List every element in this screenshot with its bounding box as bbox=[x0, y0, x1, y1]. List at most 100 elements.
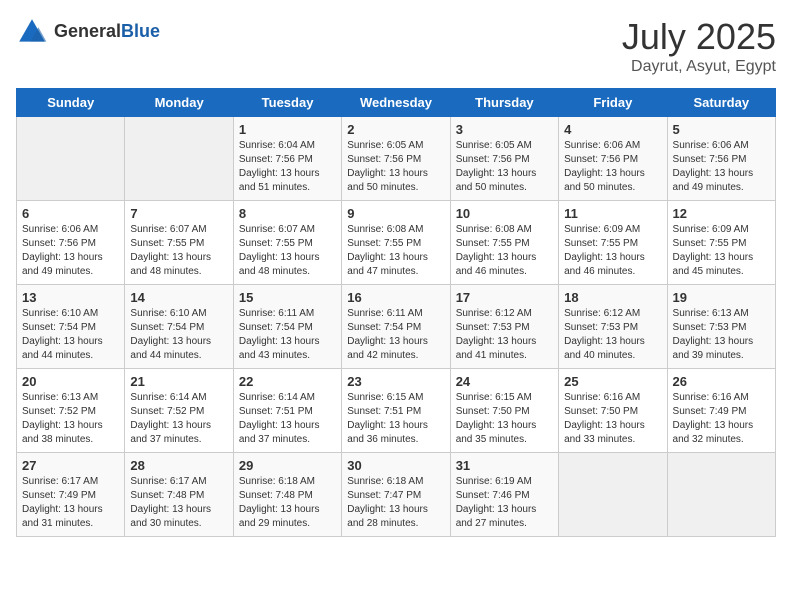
day-info: Sunrise: 6:07 AM Sunset: 7:55 PM Dayligh… bbox=[239, 223, 336, 279]
day-number: 7 bbox=[130, 206, 227, 221]
logo: GeneralBlue bbox=[16, 16, 160, 48]
calendar-cell: 16 Sunrise: 6:11 AM Sunset: 7:54 PM Dayli… bbox=[342, 285, 450, 369]
calendar-cell: 17 Sunrise: 6:12 AM Sunset: 7:53 PM Dayli… bbox=[450, 285, 558, 369]
calendar-cell: 25Sunrise: 6:16 AM Sunset: 7:50 PM Dayli… bbox=[559, 369, 667, 453]
calendar-cell: 11 Sunrise: 6:09 AM Sunset: 7:55 PM Dayli… bbox=[559, 201, 667, 285]
weekday-header-sunday: Sunday bbox=[17, 89, 125, 117]
day-info: Sunrise: 6:05 AM Sunset: 7:56 PM Dayligh… bbox=[347, 139, 444, 195]
calendar-cell bbox=[125, 117, 233, 201]
calendar-cell bbox=[559, 453, 667, 537]
calendar-cell: 13 Sunrise: 6:10 AM Sunset: 7:54 PM Dayli… bbox=[17, 285, 125, 369]
calendar-cell: 6 Sunrise: 6:06 AM Sunset: 7:56 PM Daylig… bbox=[17, 201, 125, 285]
day-number: 13 bbox=[22, 290, 119, 305]
day-info: Sunrise: 6:18 AM Sunset: 7:48 PM Dayligh… bbox=[239, 475, 336, 531]
calendar-cell: 3 Sunrise: 6:05 AM Sunset: 7:56 PM Daylig… bbox=[450, 117, 558, 201]
calendar-cell: 7 Sunrise: 6:07 AM Sunset: 7:55 PM Daylig… bbox=[125, 201, 233, 285]
day-number: 17 bbox=[456, 290, 553, 305]
calendar-cell: 5Sunrise: 6:06 AM Sunset: 7:56 PM Daylig… bbox=[667, 117, 775, 201]
day-number: 22 bbox=[239, 374, 336, 389]
weekday-header-wednesday: Wednesday bbox=[342, 89, 450, 117]
day-info: Sunrise: 6:16 AM Sunset: 7:49 PM Dayligh… bbox=[673, 391, 770, 447]
day-info: Sunrise: 6:08 AM Sunset: 7:55 PM Dayligh… bbox=[456, 223, 553, 279]
day-info: Sunrise: 6:07 AM Sunset: 7:55 PM Dayligh… bbox=[130, 223, 227, 279]
calendar-cell: 1Sunrise: 6:04 AM Sunset: 7:56 PM Daylig… bbox=[233, 117, 341, 201]
week-row-3: 13 Sunrise: 6:10 AM Sunset: 7:54 PM Dayli… bbox=[17, 285, 776, 369]
day-info: Sunrise: 6:14 AM Sunset: 7:52 PM Dayligh… bbox=[130, 391, 227, 447]
month-title: July 2025 bbox=[622, 16, 776, 58]
day-number: 20 bbox=[22, 374, 119, 389]
day-info: Sunrise: 6:14 AM Sunset: 7:51 PM Dayligh… bbox=[239, 391, 336, 447]
calendar-cell: 31 Sunrise: 6:19 AM Sunset: 7:46 PM Dayli… bbox=[450, 453, 558, 537]
calendar-cell bbox=[17, 117, 125, 201]
calendar-cell: 23 Sunrise: 6:15 AM Sunset: 7:51 PM Dayli… bbox=[342, 369, 450, 453]
day-number: 26 bbox=[673, 374, 770, 389]
weekday-header-thursday: Thursday bbox=[450, 89, 558, 117]
weekday-header-saturday: Saturday bbox=[667, 89, 775, 117]
day-number: 6 bbox=[22, 206, 119, 221]
day-info: Sunrise: 6:06 AM Sunset: 7:56 PM Dayligh… bbox=[673, 139, 770, 195]
day-number: 12 bbox=[673, 206, 770, 221]
logo-icon bbox=[16, 16, 48, 48]
location-title: Dayrut, Asyut, Egypt bbox=[622, 58, 776, 76]
calendar-cell: 15Sunrise: 6:11 AM Sunset: 7:54 PM Dayli… bbox=[233, 285, 341, 369]
day-number: 31 bbox=[456, 458, 553, 473]
day-info: Sunrise: 6:06 AM Sunset: 7:56 PM Dayligh… bbox=[22, 223, 119, 279]
day-number: 23 bbox=[347, 374, 444, 389]
day-info: Sunrise: 6:17 AM Sunset: 7:49 PM Dayligh… bbox=[22, 475, 119, 531]
day-number: 24 bbox=[456, 374, 553, 389]
calendar-cell: 2 Sunrise: 6:05 AM Sunset: 7:56 PM Daylig… bbox=[342, 117, 450, 201]
day-number: 16 bbox=[347, 290, 444, 305]
day-info: Sunrise: 6:04 AM Sunset: 7:56 PM Dayligh… bbox=[239, 139, 336, 195]
day-info: Sunrise: 6:11 AM Sunset: 7:54 PM Dayligh… bbox=[347, 307, 444, 363]
week-row-2: 6 Sunrise: 6:06 AM Sunset: 7:56 PM Daylig… bbox=[17, 201, 776, 285]
page-header: GeneralBlue July 2025 Dayrut, Asyut, Egy… bbox=[16, 16, 776, 76]
logo-general: GeneralBlue bbox=[54, 22, 160, 42]
calendar-cell: 9 Sunrise: 6:08 AM Sunset: 7:55 PM Daylig… bbox=[342, 201, 450, 285]
day-info: Sunrise: 6:08 AM Sunset: 7:55 PM Dayligh… bbox=[347, 223, 444, 279]
calendar-cell: 24 Sunrise: 6:15 AM Sunset: 7:50 PM Dayli… bbox=[450, 369, 558, 453]
day-info: Sunrise: 6:15 AM Sunset: 7:50 PM Dayligh… bbox=[456, 391, 553, 447]
day-info: Sunrise: 6:10 AM Sunset: 7:54 PM Dayligh… bbox=[22, 307, 119, 363]
calendar-cell: 18 Sunrise: 6:12 AM Sunset: 7:53 PM Dayli… bbox=[559, 285, 667, 369]
day-info: Sunrise: 6:12 AM Sunset: 7:53 PM Dayligh… bbox=[564, 307, 661, 363]
calendar-table: SundayMondayTuesdayWednesdayThursdayFrid… bbox=[16, 88, 776, 537]
day-info: Sunrise: 6:06 AM Sunset: 7:56 PM Dayligh… bbox=[564, 139, 661, 195]
calendar-cell: 12 Sunrise: 6:09 AM Sunset: 7:55 PM Dayli… bbox=[667, 201, 775, 285]
day-info: Sunrise: 6:12 AM Sunset: 7:53 PM Dayligh… bbox=[456, 307, 553, 363]
week-row-5: 27 Sunrise: 6:17 AM Sunset: 7:49 PM Dayli… bbox=[17, 453, 776, 537]
day-info: Sunrise: 6:09 AM Sunset: 7:55 PM Dayligh… bbox=[564, 223, 661, 279]
calendar-cell: 22 Sunrise: 6:14 AM Sunset: 7:51 PM Dayli… bbox=[233, 369, 341, 453]
calendar-cell: 10 Sunrise: 6:08 AM Sunset: 7:55 PM Dayli… bbox=[450, 201, 558, 285]
day-number: 2 bbox=[347, 122, 444, 137]
day-number: 25 bbox=[564, 374, 661, 389]
title-area: July 2025 Dayrut, Asyut, Egypt bbox=[622, 16, 776, 76]
weekday-header-tuesday: Tuesday bbox=[233, 89, 341, 117]
day-info: Sunrise: 6:19 AM Sunset: 7:46 PM Dayligh… bbox=[456, 475, 553, 531]
calendar-cell: 26 Sunrise: 6:16 AM Sunset: 7:49 PM Dayli… bbox=[667, 369, 775, 453]
day-number: 18 bbox=[564, 290, 661, 305]
day-info: Sunrise: 6:13 AM Sunset: 7:53 PM Dayligh… bbox=[673, 307, 770, 363]
day-info: Sunrise: 6:05 AM Sunset: 7:56 PM Dayligh… bbox=[456, 139, 553, 195]
day-number: 3 bbox=[456, 122, 553, 137]
day-number: 8 bbox=[239, 206, 336, 221]
day-number: 28 bbox=[130, 458, 227, 473]
calendar-cell: 14Sunrise: 6:10 AM Sunset: 7:54 PM Dayli… bbox=[125, 285, 233, 369]
day-number: 11 bbox=[564, 206, 661, 221]
day-info: Sunrise: 6:15 AM Sunset: 7:51 PM Dayligh… bbox=[347, 391, 444, 447]
calendar-cell: 21 Sunrise: 6:14 AM Sunset: 7:52 PM Dayli… bbox=[125, 369, 233, 453]
day-number: 4 bbox=[564, 122, 661, 137]
day-info: Sunrise: 6:13 AM Sunset: 7:52 PM Dayligh… bbox=[22, 391, 119, 447]
day-number: 21 bbox=[130, 374, 227, 389]
day-info: Sunrise: 6:10 AM Sunset: 7:54 PM Dayligh… bbox=[130, 307, 227, 363]
calendar-cell: 30Sunrise: 6:18 AM Sunset: 7:47 PM Dayli… bbox=[342, 453, 450, 537]
weekday-header-row: SundayMondayTuesdayWednesdayThursdayFrid… bbox=[17, 89, 776, 117]
day-info: Sunrise: 6:09 AM Sunset: 7:55 PM Dayligh… bbox=[673, 223, 770, 279]
day-info: Sunrise: 6:17 AM Sunset: 7:48 PM Dayligh… bbox=[130, 475, 227, 531]
calendar-cell bbox=[667, 453, 775, 537]
day-number: 29 bbox=[239, 458, 336, 473]
day-number: 10 bbox=[456, 206, 553, 221]
day-number: 27 bbox=[22, 458, 119, 473]
calendar-cell: 28 Sunrise: 6:17 AM Sunset: 7:48 PM Dayli… bbox=[125, 453, 233, 537]
weekday-header-friday: Friday bbox=[559, 89, 667, 117]
day-number: 9 bbox=[347, 206, 444, 221]
